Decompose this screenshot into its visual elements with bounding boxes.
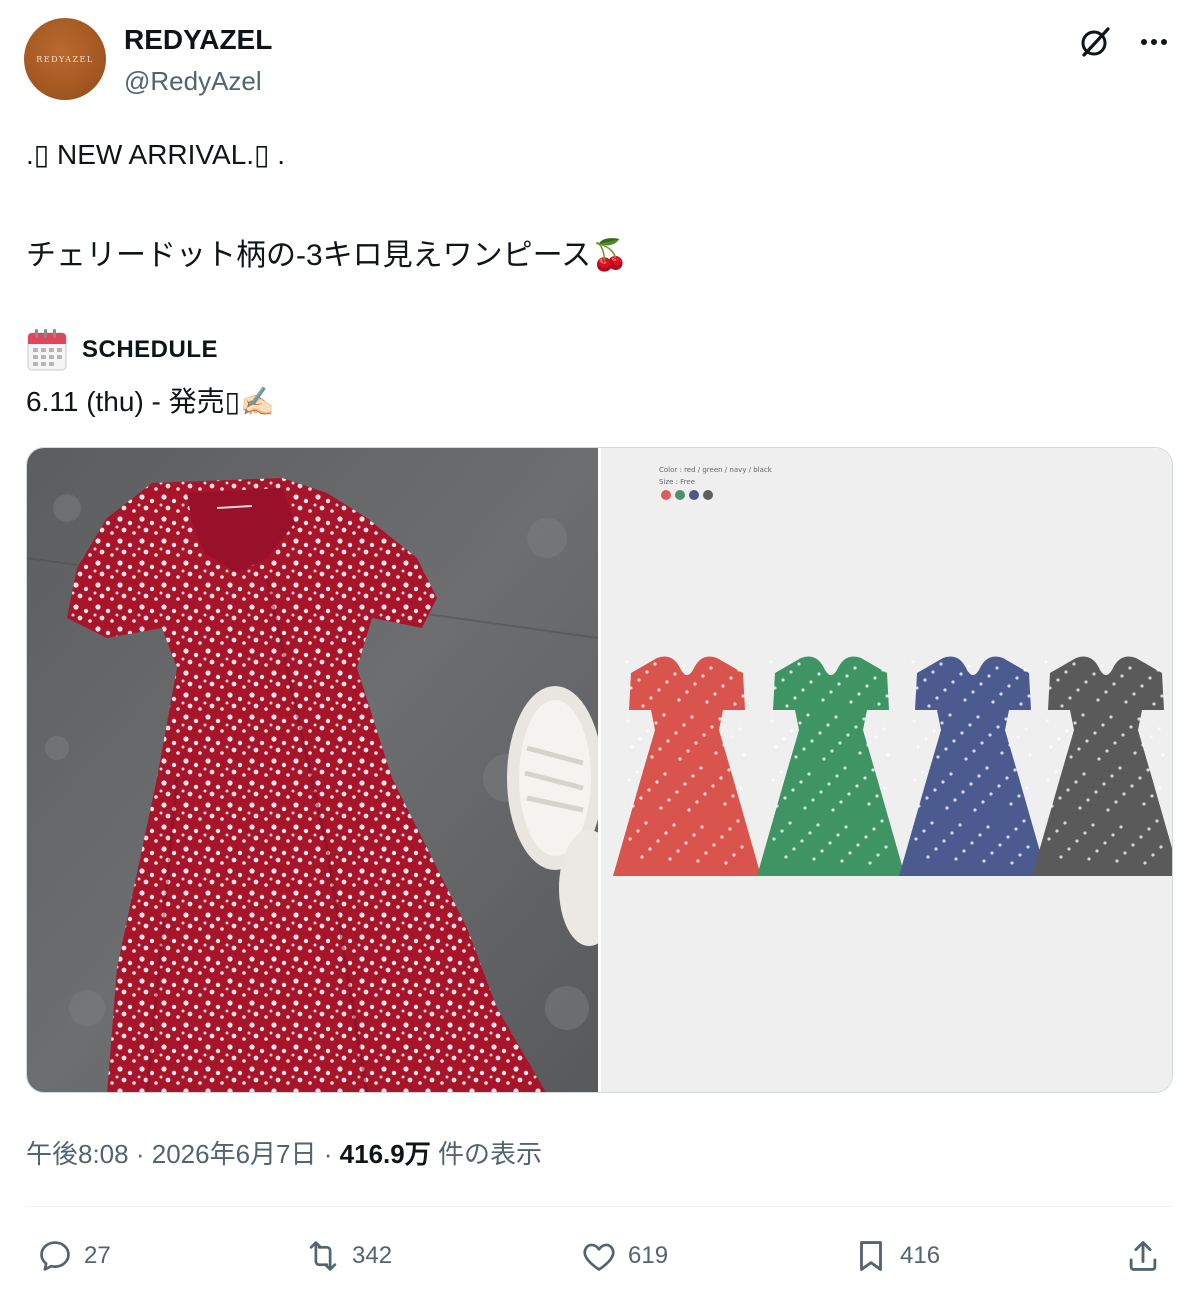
post-header: REDYAZEL REDYAZEL @RedyAzel [24, 18, 1176, 102]
bookmark-count: 416 [900, 1242, 941, 1269]
repost-icon [309, 1241, 337, 1271]
author-name[interactable]: REDYAZEL [124, 24, 272, 56]
schedule-label: SCHEDULE [82, 336, 219, 363]
heart-icon [583, 1243, 615, 1271]
color-swatch[interactable] [689, 490, 699, 500]
avatar-text: REDYAZEL [36, 54, 94, 64]
views-count[interactable]: 416.9万 [340, 1139, 431, 1169]
share-button[interactable] [1124, 1228, 1162, 1284]
calendar-icon [27, 329, 67, 371]
avatar[interactable]: REDYAZEL [24, 18, 106, 100]
post-text-line-2: チェリードット柄の-3キロ見えワンピース🍒 [26, 239, 629, 272]
views-label: 件の表示 [437, 1139, 542, 1169]
meta-separator-1: · [135, 1139, 145, 1169]
post-text-line-4: 6.11 (thu) - 発売▯✍🏻 [26, 386, 275, 417]
bookmark-button[interactable]: 416 [852, 1228, 940, 1284]
bookmark-icon [860, 1241, 882, 1271]
post-time[interactable]: 午後8:08 [26, 1139, 129, 1169]
dress-variant[interactable] [899, 656, 1047, 877]
color-swatch[interactable] [661, 490, 671, 500]
repost-button[interactable]: 342 [304, 1228, 392, 1284]
grok-icon[interactable] [1076, 22, 1116, 62]
dress-variant[interactable] [613, 656, 761, 877]
action-bar: 27 342 619 416 [26, 1228, 1173, 1284]
dress-variants [613, 490, 1172, 877]
dress-variant[interactable] [757, 656, 905, 877]
like-button[interactable]: 619 [580, 1228, 668, 1284]
reply-count: 27 [84, 1242, 111, 1269]
post-meta: 午後8:08 · 2026年6月7日 · 416.9万 件の表示 [26, 1134, 542, 1171]
photo-color-variations[interactable]: Color : red / green / navy / black Size … [601, 448, 1172, 1092]
reply-button[interactable]: 27 [36, 1228, 111, 1284]
dress-variant[interactable] [1032, 656, 1172, 877]
photo-red-dress-flatlay[interactable] [27, 448, 598, 1092]
meta-separator-2: · [323, 1139, 333, 1169]
color-swatch[interactable] [675, 490, 685, 500]
author-handle[interactable]: @RedyAzel [124, 66, 262, 97]
repost-count: 342 [352, 1242, 393, 1269]
schedule-row: SCHEDULE [26, 326, 218, 374]
post-date[interactable]: 2026年6月7日 [152, 1139, 317, 1169]
share-icon [1129, 1241, 1157, 1271]
divider [26, 1206, 1173, 1207]
post-text-line-1: .▯ NEW ARRIVAL.▯ . [26, 139, 286, 170]
more-options-icon[interactable] [1134, 22, 1174, 62]
like-count: 619 [628, 1242, 669, 1269]
reply-icon [40, 1241, 70, 1271]
color-swatch[interactable] [703, 490, 713, 500]
media-grid: Color : red / green / navy / black Size … [26, 447, 1173, 1093]
